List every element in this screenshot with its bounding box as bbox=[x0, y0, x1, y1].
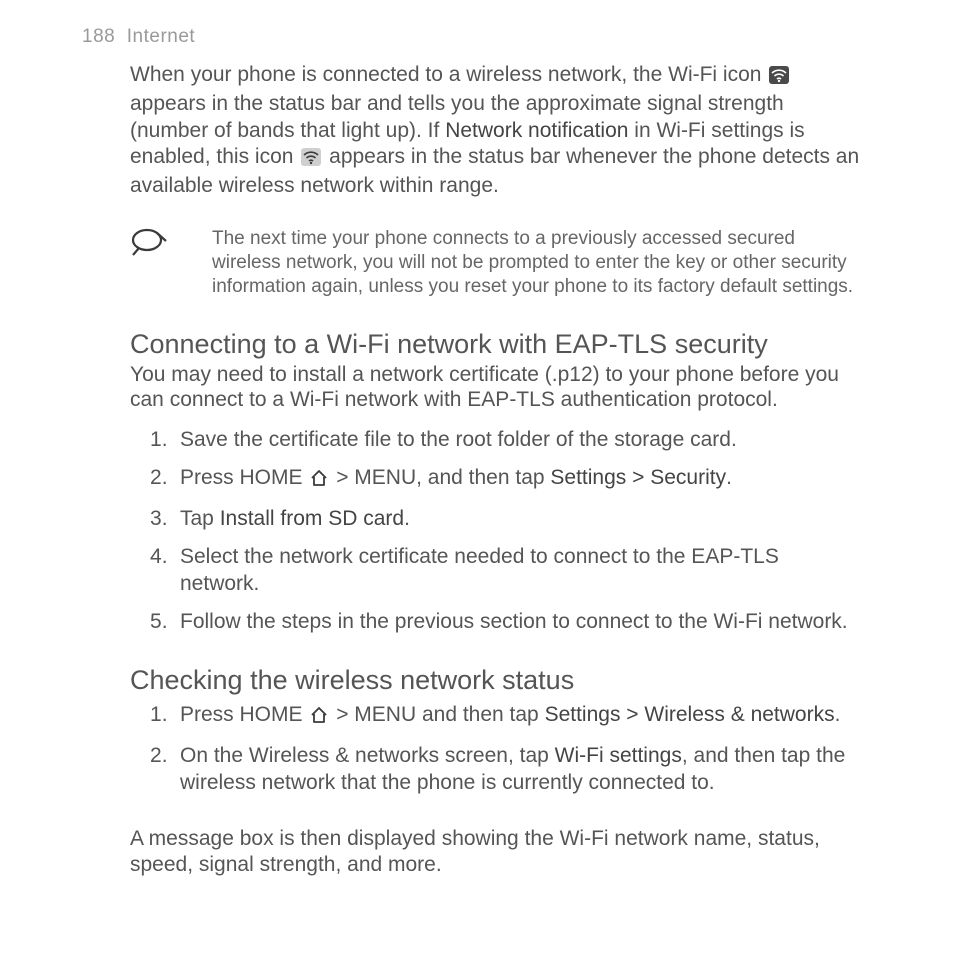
home-icon bbox=[310, 705, 328, 731]
status-step-1: Press HOME > MENU and then tap Settings … bbox=[180, 698, 864, 739]
page-number: 188 bbox=[82, 26, 115, 47]
network-notification-label: Network notification bbox=[445, 119, 628, 142]
steps-list-1: Save the certificate file to the root fo… bbox=[130, 423, 864, 644]
wifi-available-icon bbox=[301, 147, 321, 173]
step-2: Press HOME > MENU, and then tap Settings… bbox=[180, 461, 864, 502]
sstep1-t4: . bbox=[835, 703, 841, 726]
sstep1-t2: > MENU and then tap bbox=[330, 703, 544, 726]
note-block: The next time your phone connects to a p… bbox=[130, 227, 864, 298]
intro-paragraph: When your phone is connected to a wirele… bbox=[130, 62, 864, 199]
install-sd-label: Install from SD card bbox=[220, 507, 404, 530]
page-header: 188 Internet bbox=[82, 26, 864, 48]
step-3: Tap Install from SD card. bbox=[180, 502, 864, 540]
note-text: The next time your phone connects to a p… bbox=[212, 227, 864, 298]
settings-security-label: Settings > Security bbox=[550, 466, 726, 489]
step2-t1: Press HOME bbox=[180, 466, 308, 489]
chapter-title: Internet bbox=[127, 26, 195, 47]
steps-list-2: Press HOME > MENU and then tap Settings … bbox=[130, 698, 864, 804]
step-1: Save the certificate file to the root fo… bbox=[180, 423, 864, 461]
settings-wireless-label: Settings > Wireless & networks bbox=[545, 703, 835, 726]
step3-t3: . bbox=[404, 507, 410, 530]
wifi-icon bbox=[769, 65, 789, 91]
sstep1-t1: Press HOME bbox=[180, 703, 308, 726]
page: 188 Internet When your phone is connecte… bbox=[0, 0, 954, 878]
wifi-settings-label: Wi-Fi settings bbox=[555, 744, 682, 767]
home-icon bbox=[310, 468, 328, 494]
status-step-2: On the Wireless & networks screen, tap W… bbox=[180, 739, 864, 804]
step3-t1: Tap bbox=[180, 507, 220, 530]
sstep2-t1: On the Wireless & networks screen, tap bbox=[180, 744, 555, 767]
step-5: Follow the steps in the previous section… bbox=[180, 605, 864, 643]
section1-sub: You may need to install a network certif… bbox=[130, 362, 864, 413]
note-icon-column bbox=[130, 227, 212, 298]
intro-text-1: When your phone is connected to a wirele… bbox=[130, 63, 767, 86]
step2-t2: > MENU, and then tap bbox=[330, 466, 550, 489]
section-heading-eap-tls: Connecting to a Wi-Fi network with EAP-T… bbox=[130, 329, 864, 360]
step-4: Select the network certificate needed to… bbox=[180, 540, 864, 605]
section2-outro: A message box is then displayed showing … bbox=[130, 826, 864, 879]
step2-t4: . bbox=[726, 466, 732, 489]
tip-icon bbox=[130, 244, 168, 261]
section-heading-check-status: Checking the wireless network status bbox=[130, 665, 864, 696]
page-body: When your phone is connected to a wirele… bbox=[82, 62, 864, 878]
